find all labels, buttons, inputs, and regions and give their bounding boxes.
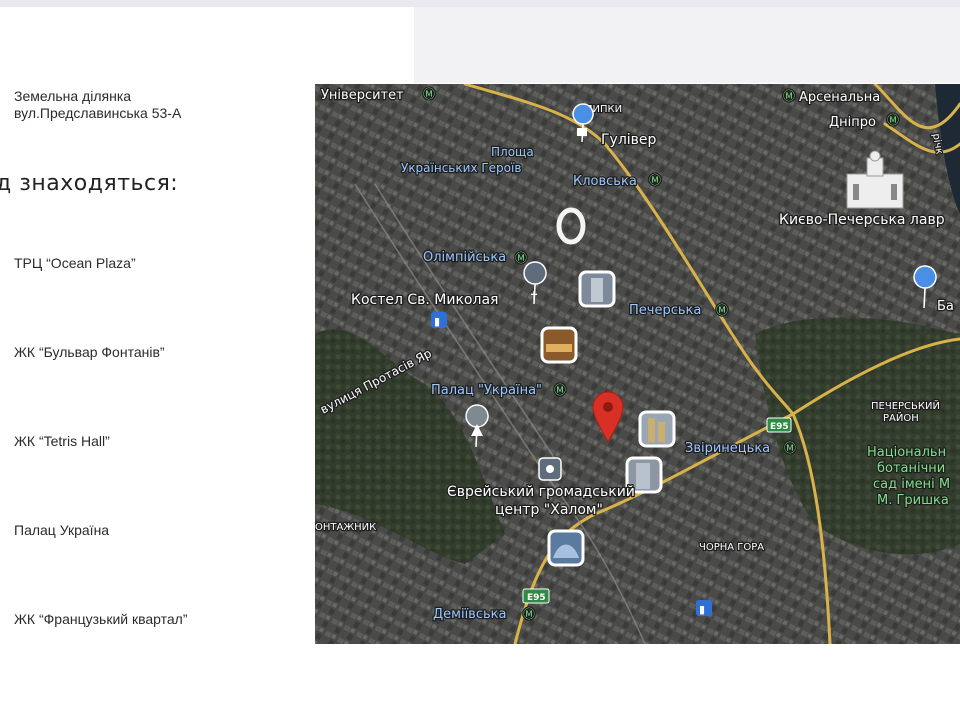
road-shield-e95-south: E95 — [522, 588, 550, 604]
community-center-pin-icon[interactable] — [538, 457, 562, 481]
label-dnipro: Дніпро — [829, 115, 876, 130]
label-botanic-3: сад імені М — [873, 477, 950, 492]
label-ploshcha-2: Українських Героїв — [401, 161, 521, 175]
satellite-map[interactable]: Ⓜ Ⓜ Ⓜ Ⓜ Ⓜ Ⓜ Ⓜ Ⓜ Ⓜ Університет ЛИПКИ Арсе… — [315, 84, 960, 644]
label-botanic-2: ботанічни — [877, 461, 945, 476]
label-kostel: Костел Св. Миколая — [351, 292, 498, 308]
label-pecherska: Печерська — [629, 303, 701, 318]
label-universytet: Університет — [321, 88, 404, 103]
header-placeholder — [414, 7, 960, 83]
metro-icon: Ⓜ — [783, 89, 795, 103]
metro-station-icon-south: ▮ — [696, 600, 712, 616]
photo-thumb-bulvar-fontaniv[interactable] — [578, 270, 616, 308]
label-pechersky-2: РАЙОН — [883, 411, 919, 424]
label-arsenalna: Арсенальна — [799, 90, 880, 105]
label-olimpiiska: Олімпійська — [423, 250, 506, 265]
label-jewish-center-1: Єврейський громадський — [447, 484, 635, 500]
label-klovska: Кловська — [573, 174, 637, 189]
svg-text:✝: ✝ — [529, 289, 539, 303]
label-jewish-center-2: центр "Халом" — [495, 502, 603, 518]
nearby-item-tetris-hall: ЖК “Tetris Hall” — [14, 433, 110, 449]
label-ba: Ба — [937, 299, 954, 314]
svg-text:▮: ▮ — [434, 315, 440, 328]
photo-thumb-tetris-hall[interactable] — [638, 410, 676, 448]
svg-text:▮: ▮ — [699, 603, 705, 616]
nearby-item-bulvar-fontaniv: ЖК “Бульвар Фонтанів” — [14, 344, 165, 360]
metro-icon: Ⓜ — [784, 441, 796, 455]
metro-icon: Ⓜ — [649, 173, 661, 187]
svg-text:E95: E95 — [770, 422, 789, 432]
top-strip — [0, 0, 960, 7]
label-zvirynetska: Звіринецька — [685, 441, 770, 456]
metro-icon: Ⓜ — [515, 251, 527, 265]
nearby-heading: д знаходяться: — [0, 171, 179, 196]
metro-icon: Ⓜ — [554, 383, 566, 397]
metro-icon: Ⓜ — [887, 113, 899, 127]
label-pechersky-1: ПЕЧЕРСЬКИЙ — [871, 399, 940, 412]
nearby-item-french-quarter: ЖК “Французький квартал” — [14, 611, 188, 627]
label-hulliver: Гулівер — [601, 132, 657, 148]
label-chorna-hora: ЧОРНА ГОРА — [699, 542, 764, 553]
label-palats-ukraina: Палац "Україна" — [431, 383, 542, 398]
label-montazhnyk: ОНТАЖНИК — [315, 522, 376, 533]
label-lavra: Києво-Печерська лавр — [779, 212, 945, 228]
land-plot-address: вул.Предславинська 53-А — [14, 105, 182, 121]
label-botanic-1: Національн — [867, 445, 946, 460]
svg-text:E95: E95 — [527, 593, 546, 603]
metro-icon: Ⓜ — [523, 607, 535, 621]
photo-thumb-palats-ukraina[interactable] — [540, 326, 578, 364]
label-botanic-4: М. Гришка — [877, 493, 949, 508]
road-shield-e95-north: E95 — [766, 417, 792, 433]
metro-icon: Ⓜ — [716, 303, 728, 317]
label-ploshcha-1: Площа — [491, 145, 534, 159]
metro-station-icon: ▮ — [431, 312, 447, 328]
nearby-item-palats-ukraina: Палац Україна — [14, 522, 110, 538]
metro-icon: Ⓜ — [423, 87, 435, 101]
photo-thumb-french-quarter[interactable] — [547, 529, 585, 567]
nearby-item-ocean-plaza: ТРЦ “Ocean Plaza” — [14, 255, 136, 271]
label-demiivska: Деміївська — [433, 607, 506, 622]
land-plot-line1: Земельна ділянка — [14, 88, 132, 104]
